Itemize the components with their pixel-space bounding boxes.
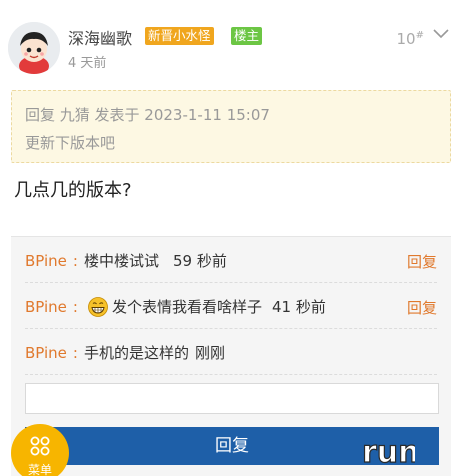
- grid-icon: [30, 436, 50, 456]
- menu-button[interactable]: 菜单: [11, 424, 69, 476]
- grin-emoji-icon: [88, 296, 108, 317]
- comment-time: 59 秒前: [173, 252, 227, 270]
- comment-author[interactable]: BPine: [25, 344, 67, 362]
- quote-block: 回复 九猜 发表于 2023-1-11 15:07 更新下版本吧: [11, 90, 451, 163]
- comment-separator: :: [72, 343, 78, 362]
- level-badge: 新晋小水怪: [145, 27, 214, 45]
- run-logo: run: [361, 434, 415, 470]
- comment-separator: :: [72, 297, 78, 316]
- comment-text: 楼中楼试试: [83, 252, 159, 270]
- list-item: BPine : 楼中楼试试 59 秒前 回复: [25, 237, 437, 283]
- avatar[interactable]: [8, 22, 60, 74]
- owner-badge: 楼主: [231, 27, 263, 45]
- comment-author[interactable]: BPine: [25, 298, 67, 316]
- comment-line: BPine : 发个表情我看看啥样子 41 秒前: [25, 296, 326, 317]
- floor-number-value: 10: [396, 30, 416, 48]
- menu-label: 菜单: [27, 463, 52, 476]
- comment-reply-link[interactable]: 回复: [407, 297, 437, 318]
- post-time: 4 天前: [68, 56, 107, 71]
- post-header: 深海幽歌 新晋小水怪 楼主 4 天前 10#: [0, 0, 465, 82]
- list-item: BPine : 发个表情我看看啥样子 41 秒前 回复: [25, 283, 437, 329]
- comment-reply-link[interactable]: 回复: [407, 251, 437, 272]
- reply-input[interactable]: [25, 383, 439, 414]
- comment-author[interactable]: BPine: [25, 252, 67, 270]
- post-content: 几点几的版本?: [14, 180, 132, 201]
- logo-text: run: [362, 435, 415, 470]
- quote-header: 回复 九猜 发表于 2023-1-11 15:07: [25, 106, 270, 124]
- comment-time: 刚刚: [195, 344, 226, 362]
- floor-number: 10#: [397, 30, 424, 48]
- list-item: BPine : 手机的是这样的 刚刚: [25, 329, 437, 375]
- comment-line: BPine : 手机的是这样的 刚刚: [25, 342, 225, 363]
- quote-body: 更新下版本吧: [25, 134, 116, 152]
- comment-separator: :: [72, 251, 78, 270]
- comment-time: 41 秒前: [272, 298, 326, 316]
- comment-line: BPine : 楼中楼试试 59 秒前: [25, 250, 227, 271]
- avatar-cartoon-icon: [8, 22, 60, 74]
- chevron-down-icon[interactable]: [433, 28, 449, 40]
- comment-text: 手机的是这样的: [83, 344, 189, 362]
- floor-mark: #: [415, 30, 424, 41]
- username[interactable]: 深海幽歌: [68, 25, 132, 49]
- comment-text: 发个表情我看看啥样子: [111, 298, 262, 316]
